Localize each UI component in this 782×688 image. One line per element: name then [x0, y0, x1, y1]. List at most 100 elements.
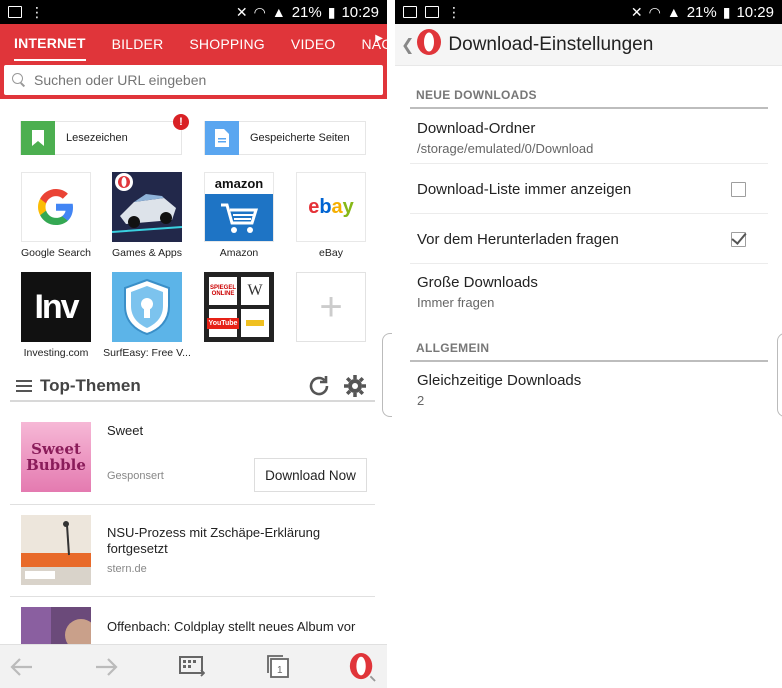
- news-item-sponsored[interactable]: Sweet Bubble Sweet Gesponsert Download N…: [10, 418, 375, 505]
- battery-level: 21%: [291, 3, 322, 21]
- battery-level: 21%: [686, 3, 717, 21]
- news-source: stern.de: [107, 563, 147, 575]
- news-title: NSU-Prozess mit Zschäpe-Erklärung fortge…: [107, 525, 321, 556]
- race-car-icon: [112, 172, 182, 242]
- clock: 10:29: [341, 3, 379, 21]
- speed-dial-label: Games & Apps: [111, 247, 183, 259]
- speed-dial-investing[interactable]: Inv Investing.com: [21, 272, 91, 359]
- edge-handle[interactable]: [777, 333, 782, 417]
- speed-dial-amazon[interactable]: amazon Amazon: [204, 172, 274, 259]
- tab-video[interactable]: VIDEO: [291, 26, 336, 60]
- battery-icon: ▮: [327, 3, 336, 20]
- download-now-button[interactable]: Download Now: [254, 458, 367, 492]
- image-notification-icon: [425, 6, 439, 18]
- investing-wordmark: Inv: [34, 287, 79, 326]
- setting-label: Vor dem Herunterladen fragen: [417, 231, 619, 248]
- tab-nachrichten[interactable]: NACHRICH: [361, 26, 387, 60]
- refresh-icon[interactable]: [307, 374, 331, 398]
- speed-dial-folder[interactable]: SPIEGEL ONLINE W YouTube: [204, 272, 274, 347]
- gear-icon[interactable]: [343, 374, 367, 398]
- news-source: Gesponsert: [107, 470, 164, 482]
- setting-concurrent-downloads[interactable]: Gleichzeitige Downloads 2: [410, 363, 768, 419]
- edge-handle[interactable]: [382, 333, 392, 417]
- setting-large-downloads[interactable]: Große Downloads Immer fragen: [410, 264, 768, 320]
- plus-icon: +: [296, 272, 366, 342]
- speed-dial-surfeasy[interactable]: SurfEasy: Free V...: [103, 272, 191, 359]
- search-category-tabs: INTERNET BILDER SHOPPING VIDEO NACHRICH: [0, 24, 387, 61]
- setting-ask-before-download[interactable]: Vor dem Herunterladen fragen: [410, 214, 768, 264]
- speed-dial-label: Amazon: [219, 247, 259, 259]
- saved-pages-button[interactable]: Gespeicherte Seiten: [204, 121, 366, 155]
- amazon-logo-icon: amazon: [204, 172, 274, 242]
- opera-menu-icon[interactable]: [348, 653, 376, 682]
- speed-dial-games-apps[interactable]: Games & Apps: [112, 172, 182, 259]
- wifi-icon: ◠: [648, 3, 661, 20]
- search-input[interactable]: [34, 72, 354, 88]
- ask-before-download-checkbox[interactable]: [731, 232, 746, 247]
- alert-badge: !: [173, 114, 189, 130]
- bookmarks-label: Lesezeichen: [66, 132, 128, 144]
- shield-lock-icon: [112, 272, 182, 342]
- signal-icon: ▲: [666, 4, 681, 20]
- shopping-cart-icon: [205, 194, 273, 241]
- status-bar: ⋮ ✕ ◠ ▲ 21% ▮ 10:29: [395, 0, 782, 24]
- youtube-icon: YouTube: [206, 309, 240, 337]
- forward-arrow-icon[interactable]: [92, 653, 120, 681]
- setting-always-show-list[interactable]: Download-Liste immer anzeigen: [410, 164, 768, 214]
- download-settings-page: ⋮ ✕ ◠ ▲ 21% ▮ 10:29 ❮ Download-Einstellu…: [395, 0, 782, 688]
- speed-dial-label: Investing.com: [23, 347, 89, 359]
- news-title: Offenbach: Coldplay stellt neues Album v…: [107, 619, 356, 634]
- setting-download-folder[interactable]: Download-Ordner /storage/emulated/0/Down…: [410, 110, 768, 164]
- mute-icon: ✕: [630, 3, 643, 20]
- back-arrow-icon[interactable]: [8, 653, 36, 681]
- setting-value: 2: [417, 393, 425, 408]
- gallery-notification-icon: [403, 6, 417, 18]
- amazon-wordmark: amazon: [214, 176, 264, 192]
- setting-label: Download-Ordner: [417, 120, 536, 137]
- youtube-wordmark: YouTube: [206, 317, 240, 329]
- opera-logo-icon: [416, 28, 442, 61]
- more-notifications-icon: ⋮: [30, 4, 44, 20]
- section-header-general: ALLGEMEIN: [416, 341, 490, 355]
- bookmarks-button[interactable]: Lesezeichen: [20, 121, 182, 155]
- setting-value: /storage/emulated/0/Download: [417, 141, 594, 156]
- add-speed-dial-button[interactable]: +: [296, 272, 366, 347]
- news-item[interactable]: NSU-Prozess mit Zschäpe-Erklärung fortge…: [10, 505, 375, 597]
- speed-dial-ebay[interactable]: ebay eBay: [296, 172, 366, 259]
- always-show-list-checkbox[interactable]: [731, 182, 746, 197]
- news-title: Sweet: [107, 423, 144, 438]
- tabs-scroll-arrow-icon[interactable]: ▶: [375, 33, 383, 44]
- news-thumbnail: [21, 515, 91, 585]
- tab-shopping[interactable]: SHOPPING: [189, 26, 265, 60]
- page-title: Download-Einstellungen: [448, 33, 654, 55]
- setting-label: Gleichzeitige Downloads: [417, 372, 582, 389]
- settings-title-bar: ❮ Download-Einstellungen: [395, 24, 782, 66]
- section-divider: [410, 107, 768, 109]
- tab-internet[interactable]: INTERNET: [14, 25, 86, 61]
- news-feed-title: Top-Themen: [40, 376, 141, 395]
- sweet-bubble-logo: Sweet Bubble: [26, 440, 86, 474]
- news-thumbnail: Sweet Bubble: [21, 422, 91, 492]
- status-bar: ⋮ ✕ ◠ ▲ 21% ▮ 10:29: [0, 0, 387, 24]
- speed-dial-grid-icon[interactable]: [178, 653, 206, 681]
- tab-bilder[interactable]: BILDER: [112, 26, 164, 60]
- menu-icon[interactable]: [16, 380, 32, 392]
- folder-icon: SPIEGEL ONLINE W YouTube: [204, 272, 274, 342]
- tabs-icon[interactable]: 1: [265, 653, 293, 681]
- signal-icon: ▲: [271, 4, 286, 20]
- mail-notification-icon: [8, 6, 22, 18]
- section-divider: [410, 360, 768, 362]
- site-icon: [241, 309, 269, 337]
- opera-start-page: ⋮ ✕ ◠ ▲ 21% ▮ 10:29 INTERNET BILDER SHOP…: [0, 0, 387, 688]
- clock: 10:29: [736, 3, 774, 21]
- investing-logo-icon: Inv: [21, 272, 91, 342]
- more-notifications-icon: ⋮: [447, 4, 461, 20]
- back-chevron-icon[interactable]: ❮: [401, 35, 414, 55]
- setting-label: Große Downloads: [417, 274, 538, 291]
- saved-page-icon: [205, 121, 239, 155]
- search-box[interactable]: [4, 65, 383, 95]
- wikipedia-icon: W: [241, 277, 269, 305]
- speed-dial-google[interactable]: Google Search: [21, 172, 91, 259]
- search-icon: [12, 73, 26, 87]
- wifi-icon: ◠: [253, 3, 266, 20]
